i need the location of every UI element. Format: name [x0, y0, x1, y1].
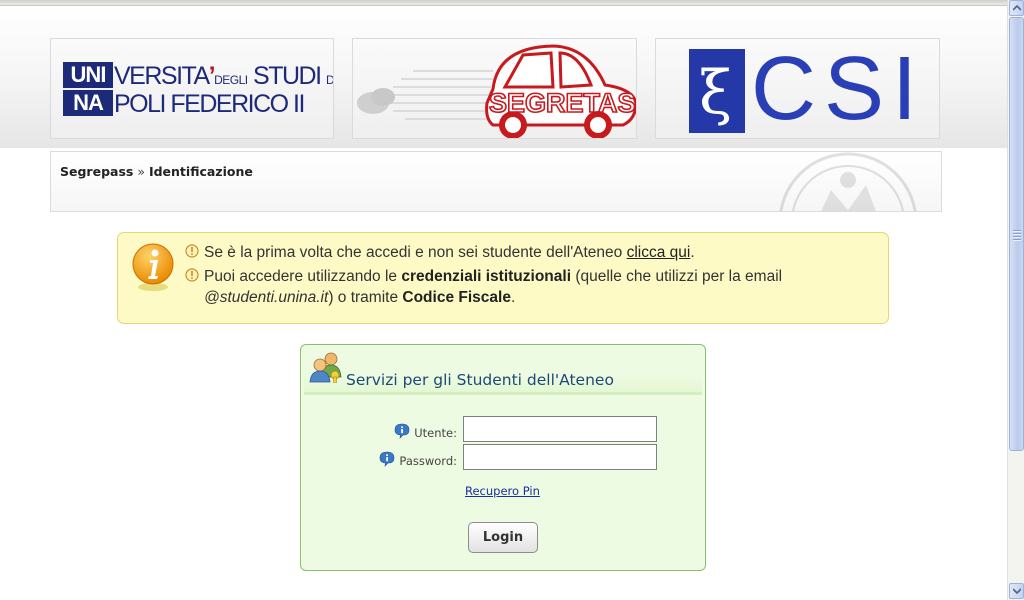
breadcrumb-separator: »: [133, 164, 149, 179]
header: UNI NA VERSITA’DEGLI STUDI DI POLI FEDER…: [0, 6, 1007, 148]
clicca-qui-link[interactable]: clicca qui: [627, 244, 691, 261]
xi-symbol-icon: ξ: [699, 58, 732, 128]
unina-logo[interactable]: UNI NA VERSITA’DEGLI STUDI DI POLI FEDER…: [50, 38, 334, 139]
csi-logo-text: CSI: [751, 39, 926, 139]
login-panel-title: Servizi per gli Studenti dell'Ateneo: [346, 371, 614, 389]
warning-bullet-icon: [185, 268, 199, 282]
breadcrumb: Segrepass » Identificazione: [60, 164, 253, 179]
unina-logo-block-na: NA: [63, 90, 113, 116]
recupero-pin-link[interactable]: Recupero Pin: [465, 484, 540, 498]
chevron-down-icon: [1013, 588, 1021, 594]
info-bubble-icon[interactable]: [379, 451, 395, 467]
password-row: Password:: [301, 444, 705, 470]
info-line-first-access: Se è la prima volta che accedi e non sei…: [185, 242, 695, 263]
login-button[interactable]: Login: [468, 522, 538, 553]
svg-text:ξ: ξ: [699, 58, 732, 128]
scroll-up-button[interactable]: [1009, 0, 1024, 16]
breadcrumb-home-link[interactable]: Segrepass: [60, 164, 133, 179]
unina-logo-block-uni: UNI: [63, 62, 113, 88]
login-panel-header: Servizi per gli Studenti dell'Ateneo: [304, 349, 702, 395]
info-line-credentials: Puoi accedere utilizzando le credenziali…: [185, 266, 875, 308]
csi-logo-mark: ξ: [689, 49, 745, 133]
chevron-up-icon: [1013, 5, 1021, 11]
info-bubble-icon[interactable]: [394, 423, 410, 439]
car-logo-graphic: SEGRETASS: [357, 44, 637, 138]
utente-row: Utente:: [301, 416, 705, 442]
users-icon: [309, 352, 342, 383]
scroll-thumb[interactable]: [1009, 17, 1024, 451]
scroll-thumb-grip: [1013, 230, 1021, 242]
utente-label: Utente:: [394, 423, 457, 440]
password-input[interactable]: [463, 444, 657, 470]
unina-logo-line2: POLI FEDERICO II: [114, 90, 305, 118]
segrepass-logo-text: SEGRETASS: [489, 88, 637, 118]
csi-logo[interactable]: ξ CSI: [655, 38, 940, 139]
info-message-box: Se è la prima volta che accedi e non sei…: [117, 232, 889, 324]
warning-bullet-icon: [185, 244, 199, 258]
login-panel: Servizi per gli Studenti dell'Ateneo Ute…: [300, 344, 706, 571]
password-label: Password:: [379, 451, 457, 468]
university-seal-watermark: [779, 152, 917, 211]
breadcrumb-bar: Segrepass » Identificazione: [50, 151, 942, 212]
info-icon: [132, 243, 174, 291]
breadcrumb-current: Identificazione: [148, 164, 253, 179]
utente-input[interactable]: [463, 416, 657, 442]
scroll-down-button[interactable]: [1009, 583, 1024, 599]
segrepass-logo[interactable]: SEGRETASS: [352, 38, 637, 139]
vertical-scrollbar[interactable]: [1007, 0, 1024, 600]
